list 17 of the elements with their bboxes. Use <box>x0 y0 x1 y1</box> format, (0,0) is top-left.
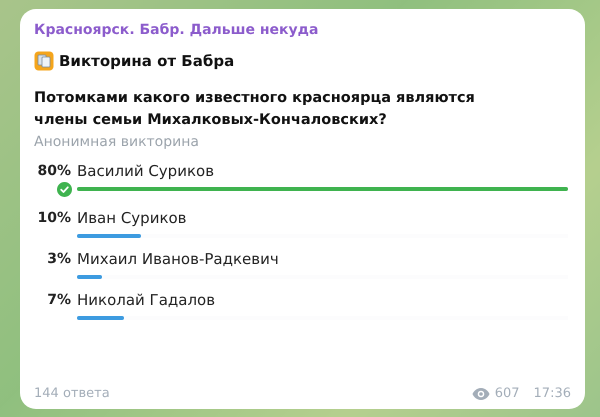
answer-count: 144 ответа <box>34 386 110 401</box>
eye-icon <box>472 388 490 400</box>
channel-name[interactable]: Красноярск. Бабр. Дальше некуда <box>34 19 571 41</box>
option-label: Николай Гадалов <box>77 290 216 310</box>
view-count: 607 <box>494 386 520 401</box>
vote-percent: 80% <box>37 162 71 181</box>
quiz-type: Анонимная викторина <box>34 134 200 150</box>
option-label: Михаил Иванов-Радкевич <box>77 249 280 269</box>
vote-percent: 3% <box>47 250 71 269</box>
option-label: Иван Суриков <box>77 208 188 228</box>
vote-percent: 10% <box>37 209 71 228</box>
quiz-title: Викторина от Бабра <box>59 52 234 70</box>
quiz-question: Потомками какого известного красноярца являются члены семьи Михалковых-Кончаловских? <box>34 89 476 130</box>
message-time: 17:36 <box>534 386 571 401</box>
vote-percent: 7% <box>47 291 71 310</box>
option-label: Василий Суриков <box>77 161 216 181</box>
photo-album-icon <box>34 51 54 71</box>
